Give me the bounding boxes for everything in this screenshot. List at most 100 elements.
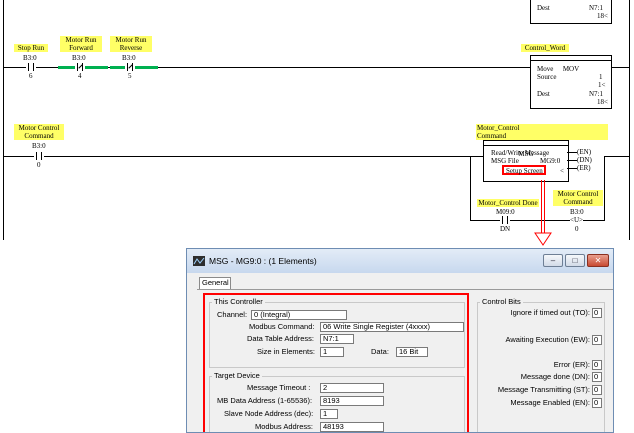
- data-field[interactable]: 16 Bit: [396, 347, 428, 357]
- contact-command-address: B3:0: [32, 142, 46, 150]
- en-wire: [567, 152, 577, 153]
- unlatch-coil[interactable]: <U>: [570, 216, 583, 224]
- bit-en-label: Message Enabled (EN):: [510, 398, 590, 407]
- contact-motor-run-reverse[interactable]: [125, 63, 135, 71]
- msg-file-label: MSG File: [491, 157, 519, 165]
- maximize-button[interactable]: □: [565, 254, 585, 267]
- rung-1-wire-right: [610, 67, 629, 68]
- done-contact-address: M09:0: [496, 208, 515, 216]
- top-dest-value: N7:1: [589, 4, 603, 12]
- mov-name: Move: [537, 65, 554, 73]
- bit-er-label: Error (ER):: [553, 360, 590, 369]
- slave-node-address-field[interactable]: 1: [320, 409, 338, 419]
- mov-dest-sub: 18<: [597, 98, 608, 106]
- mov-source-sub: 1<: [598, 81, 606, 89]
- branch-right-vertical: [604, 156, 605, 221]
- tag-control-word: Control_Word: [521, 44, 569, 52]
- modbus-command-label: Modbus Command:: [249, 322, 315, 331]
- msg-block[interactable]: MSG Read/Write Message MSG File MG9:0 Se…: [483, 140, 569, 182]
- msg-er-output: (ER): [577, 164, 591, 172]
- bit-ew-label: Awaiting Execution (EW):: [505, 335, 590, 344]
- contact-motor-run-forward[interactable]: [75, 63, 85, 71]
- dialog-title: MSG - MG9:0 : (1 Elements): [209, 256, 317, 266]
- mov-dest-label: Dest: [537, 90, 550, 98]
- channel-field[interactable]: 0 (Integral): [251, 310, 347, 320]
- channel-label: Channel:: [217, 310, 248, 319]
- bit-dn-label: Message done (DN):: [520, 372, 590, 381]
- close-button[interactable]: ✕: [587, 254, 609, 267]
- branch-left-vertical: [470, 156, 471, 221]
- modbus-address-field[interactable]: 48193: [320, 422, 384, 432]
- bit-st-field[interactable]: 0: [592, 385, 602, 395]
- bit-to-label: Ignore if timed out (TO):: [510, 308, 590, 317]
- data-label: Data:: [371, 347, 389, 356]
- msg-setup-dialog: MSG - MG9:0 : (1 Elements) – □ ✕ General…: [186, 248, 614, 433]
- callout-arrow-icon: [534, 232, 552, 246]
- contact-motor-control-done[interactable]: [500, 216, 510, 224]
- bit-st-label: Message Transmitting (ST):: [497, 385, 590, 394]
- rung-2-wire-right: [604, 156, 629, 157]
- coil-bit: 0: [575, 225, 579, 233]
- bit-ew-field[interactable]: 0: [592, 335, 602, 345]
- contact-stop-run[interactable]: [26, 63, 36, 71]
- tag-msg-motor-control: Motor_Control Command: [476, 124, 608, 140]
- left-power-rail: [3, 0, 4, 240]
- bit-dn-field[interactable]: 0: [592, 372, 602, 382]
- tag-motor-run-forward: Motor Run Forward: [60, 36, 102, 52]
- dn-wire: [567, 160, 577, 161]
- message-timeout-label: Message Timeout :: [247, 383, 311, 392]
- app-icon: [193, 256, 205, 266]
- contact-stop-run-address: B3:0: [23, 54, 37, 62]
- branch-wire: [470, 220, 604, 221]
- control-bits-title: Control Bits: [480, 297, 523, 306]
- data-table-address-label: Data Table Address:: [247, 334, 314, 343]
- this-controller-title: This Controller: [212, 297, 265, 306]
- er-wire: [567, 168, 577, 169]
- msg-en-output: (EN): [577, 148, 592, 156]
- modbus-command-field[interactable]: 06 Write Single Register (4xxxx): [320, 322, 464, 332]
- coil-address: B3:0: [570, 208, 584, 216]
- msg-name: Read/Write Message: [491, 149, 550, 157]
- size-in-elements-field[interactable]: 1: [320, 347, 344, 357]
- mov-dest-value: N7:1: [589, 90, 603, 98]
- mov-source-label: Source: [537, 73, 557, 81]
- callout-connector: [541, 180, 542, 236]
- top-dest-label: Dest: [537, 4, 550, 12]
- mov-block[interactable]: MOV Move Source 1 1< Dest N7:1 18<: [530, 55, 612, 109]
- top-mov-block[interactable]: Dest N7:1 18<: [530, 0, 612, 24]
- bit-to-field[interactable]: 0: [592, 308, 602, 318]
- contact-command-bit: 0: [37, 161, 41, 169]
- callout-connector-2: [544, 180, 545, 236]
- minimize-button[interactable]: –: [543, 254, 563, 267]
- size-in-elements-label: Size in Elements:: [257, 347, 315, 356]
- dialog-titlebar[interactable]: MSG - MG9:0 : (1 Elements) – □ ✕: [187, 249, 613, 273]
- msg-file-value: MG9:0: [540, 157, 561, 165]
- mov-source-value: 1: [599, 73, 603, 81]
- contact-forward-address: B3:0: [72, 54, 86, 62]
- slave-node-address-label: Slave Node Address (dec):: [224, 409, 314, 418]
- msg-er-arrow: <: [560, 167, 564, 175]
- tag-motor-control-done: Motor_Control Done: [477, 199, 539, 207]
- tab-panel-border: [197, 289, 613, 290]
- tag-coil-motor-control-command: Motor Control Command: [553, 190, 603, 206]
- data-table-address-field[interactable]: N7:1: [320, 334, 354, 344]
- right-power-rail: [629, 0, 630, 240]
- msg-dn-output: (DN): [577, 156, 592, 164]
- message-timeout-field[interactable]: 2: [320, 383, 384, 393]
- contact-forward-bit: 4: [78, 72, 82, 80]
- contact-stop-run-bit: 6: [29, 72, 33, 80]
- done-contact-bit: DN: [500, 225, 511, 233]
- contact-motor-control-command[interactable]: [34, 152, 44, 160]
- setup-screen-button[interactable]: Setup Screen: [502, 165, 546, 175]
- target-device-title: Target Device: [212, 371, 262, 380]
- modbus-address-label: Modbus Address:: [255, 422, 313, 431]
- mb-data-address-field[interactable]: 8193: [320, 396, 384, 406]
- mb-data-address-label: MB Data Address (1-65536):: [217, 396, 313, 405]
- rung-2-wire: [3, 156, 483, 157]
- tag-motor-run-reverse: Motor Run Reverse: [110, 36, 152, 52]
- bit-er-field[interactable]: 0: [592, 360, 602, 370]
- tab-general[interactable]: General: [199, 277, 231, 289]
- top-dest-sub: 18<: [597, 12, 608, 20]
- tag-motor-control-command: Motor Control Command: [14, 124, 64, 140]
- bit-en-field[interactable]: 0: [592, 398, 602, 408]
